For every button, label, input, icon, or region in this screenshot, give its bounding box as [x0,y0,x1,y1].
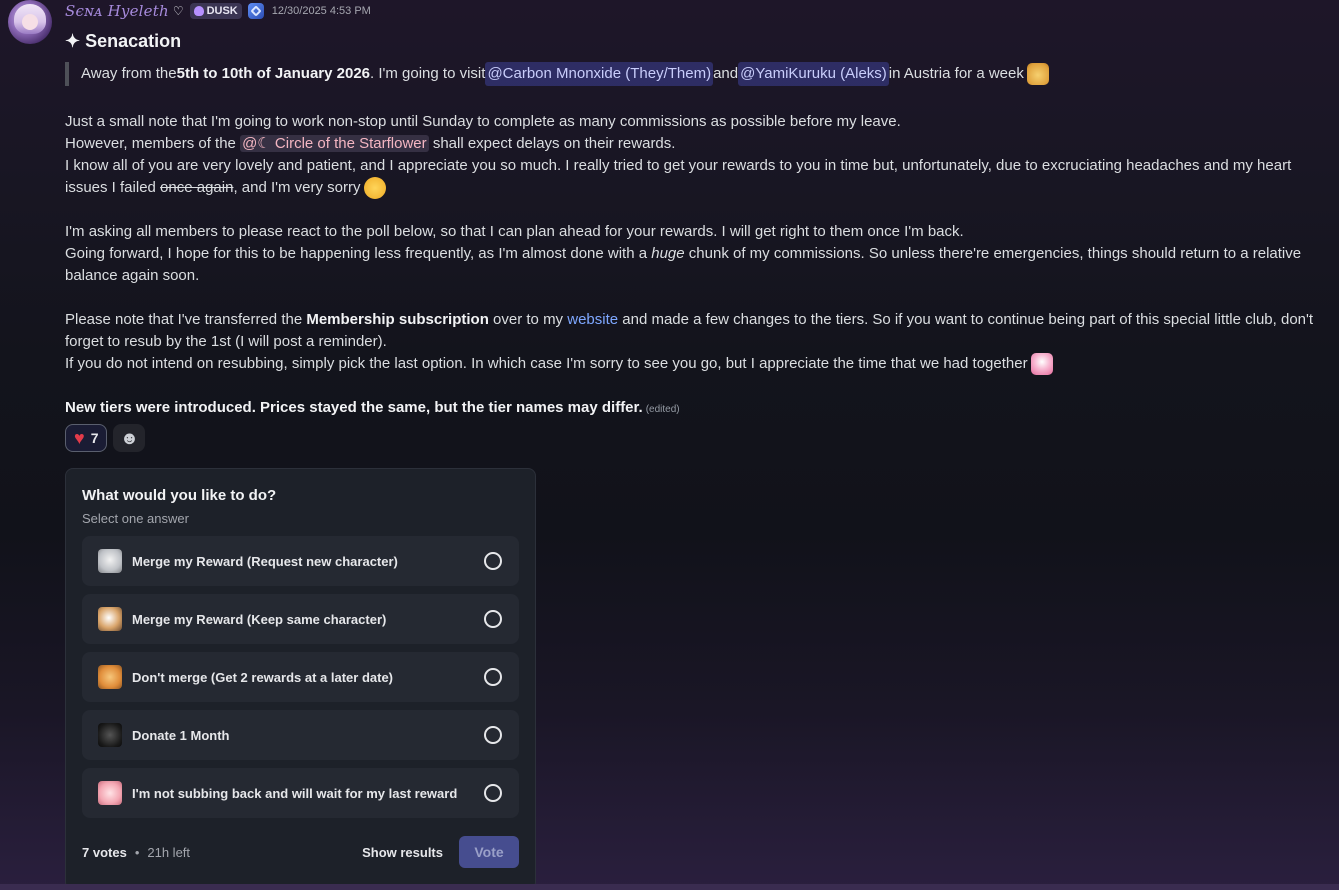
p3-line2-text: If you do not intend on resubbing, simpl… [65,355,1028,372]
radio-button[interactable] [484,784,502,802]
p1-line3-post: , and I'm very sorry [233,179,361,196]
guild-tag[interactable]: DUSK [189,3,242,19]
heart-icon: ♥ [74,428,85,448]
poll-answer-3[interactable]: Don't merge (Get 2 rewards at a later da… [82,652,519,702]
cat-emoji-icon [98,549,122,573]
server-boost-icon[interactable] [247,3,264,19]
heart-reaction-count: 7 [90,430,99,446]
role-mention-starflower[interactable]: @☾ Circle of the Starflower [240,135,429,152]
poll-answer-2[interactable]: Merge my Reward (Keep same character) [82,594,519,644]
radio-button[interactable] [484,726,502,744]
poll-vote-count: 7 votes [82,844,127,860]
p3-line1-mid: over to my [488,311,568,328]
poll-answer-label: Merge my Reward (Request new character) [132,553,398,569]
poll-footer: 7 votes • 21h left Show results Vote [82,836,519,868]
show-results-button[interactable]: Show results [362,845,443,860]
radio-button[interactable] [484,610,502,628]
p1-line2-pre: However, members of the [65,135,241,152]
quote-text-post: in Austria for a week [888,65,1024,82]
p1-strike-text: once again [160,179,234,196]
vote-button[interactable]: Vote [459,836,519,868]
p2-italic: huge [651,245,685,262]
message-header: Sєɴᴀ Hyeleth ♡ DUSK 12/30/2025 4:53 PM [65,2,371,20]
separator-dot: • [134,844,140,860]
p4-line1: New tiers were introduced. Prices stayed… [65,397,1325,421]
quote-text-mid: . I'm going to visit [370,65,486,82]
poll-subtitle: Select one answer [82,511,189,526]
pink-character-emoji-icon[interactable] [1030,353,1053,376]
p2-line2-pre: Going forward, I hope for this to be hap… [65,245,652,262]
quote-text-and: and [713,65,739,82]
quote-text-pre: Away from the [81,65,177,82]
tag-icon [193,6,204,16]
user-mention-carbon[interactable]: @Carbon Mnonxide (They/Them) [485,62,714,86]
cat-emoji-icon [98,781,122,805]
cat-emoji-icon [98,665,122,689]
add-reaction-button[interactable]: ☻ [113,424,146,452]
poll-answer-4[interactable]: Donate 1 Month [82,710,519,760]
paragraph-4: New tiers were introduced. Prices stayed… [65,397,1325,421]
user-avatar[interactable] [8,0,52,44]
paragraph-1: Just a small note that I'm going to work… [65,111,1325,200]
p2-line1: I'm asking all members to please react t… [65,223,964,240]
heart-outline-icon: ♡ [172,4,184,18]
website-link[interactable]: website [567,311,618,328]
poll-answer-5[interactable]: I'm not subbing back and will wait for m… [82,768,519,818]
p1-line2: However, members of the @☾ Circle of the… [65,133,1325,155]
p2-line2: Going forward, I hope for this to be hap… [65,243,1325,287]
p1-line2-post: shall expect delays on their rewards. [428,135,676,152]
blockquote: Away from the 5th to 10th of January 202… [65,62,1049,86]
paragraph-2: I'm asking all members to please react t… [65,221,1325,287]
poll-answer-label: Don't merge (Get 2 rewards at a later da… [132,669,394,685]
p3-bold: Membership subscription [306,311,489,328]
sleepy-emoji-icon[interactable] [1026,63,1049,85]
poll-answer-label: I'm not subbing back and will wait for m… [132,785,458,801]
smiley-icon: ☻ [120,427,139,448]
p3-line1-pre: Please note that I've transferred the [65,311,307,328]
pensive-emoji-icon[interactable] [363,177,386,200]
cat-emoji-icon [98,723,122,747]
message-timestamp[interactable]: 12/30/2025 4:53 PM [272,5,371,17]
reactions-bar: ♥ 7 ☻ [65,424,146,452]
guild-tag-label: DUSK [206,5,238,17]
poll-card: What would you like to do? Select one an… [65,468,536,890]
avatar-face [22,14,38,30]
p4-bold: New tiers were introduced. Prices stayed… [65,399,643,416]
user-mention-yami[interactable]: @YamiKuruku (Aleks) [738,62,889,86]
poll-time-left: 21h left [147,844,191,860]
poll-answer-label: Donate 1 Month [132,727,230,743]
radio-button[interactable] [484,552,502,570]
p3-line2: If you do not intend on resubbing, simpl… [65,353,1325,376]
username[interactable]: Sєɴᴀ Hyeleth [65,2,169,20]
poll-answer-label: Merge my Reward (Keep same character) [132,611,387,627]
heart-reaction-button[interactable]: ♥ 7 [65,424,108,452]
p3-line1: Please note that I've transferred the Me… [65,309,1325,353]
edited-label: (edited) [645,404,680,415]
bottom-bar [0,884,1339,890]
paragraph-3: Please note that I've transferred the Me… [65,309,1325,376]
poll-answer-1[interactable]: Merge my Reward (Request new character) [82,536,519,586]
message-title: ✦ Senacation [65,31,182,51]
quote-dates: 5th to 10th of January 2026 [176,65,371,82]
poll-question: What would you like to do? [82,487,277,504]
chat-message: Sєɴᴀ Hyeleth ♡ DUSK 12/30/2025 4:53 PM ✦… [0,0,1339,890]
radio-button[interactable] [484,668,502,686]
cat-emoji-icon [98,607,122,631]
p1-line3: I know all of you are very lovely and pa… [65,155,1325,200]
p1-line1: Just a small note that I'm going to work… [65,113,901,130]
